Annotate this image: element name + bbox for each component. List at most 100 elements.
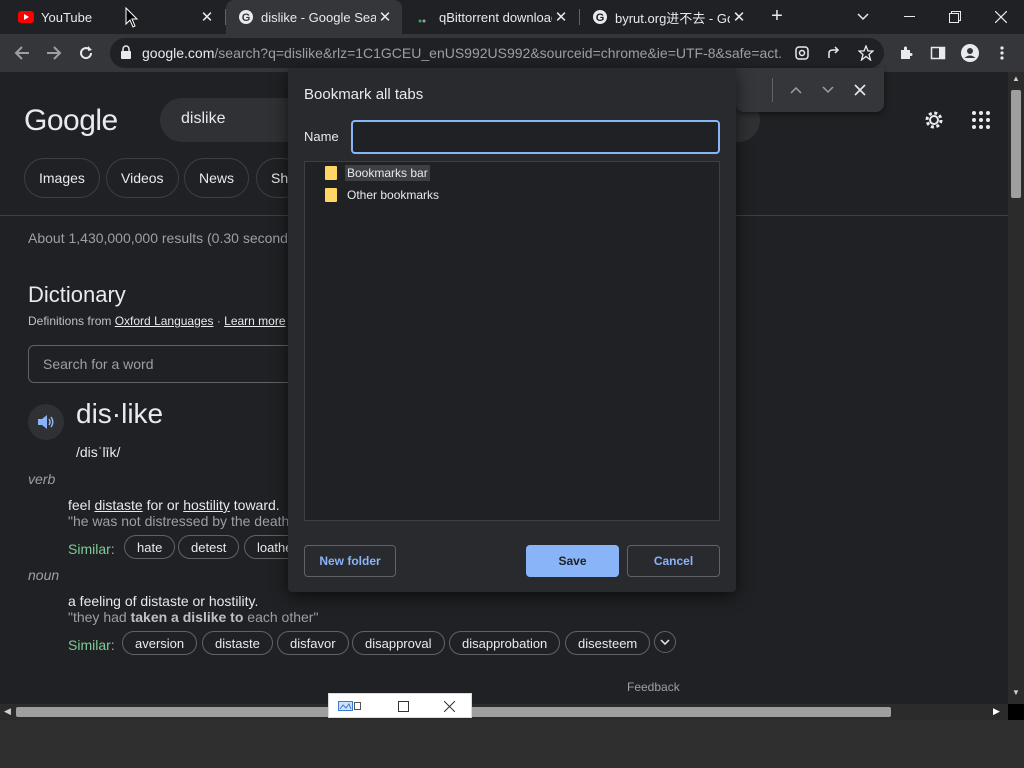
new-tab-button[interactable]: + bbox=[766, 6, 788, 28]
scrollbar-thumb[interactable] bbox=[1011, 90, 1021, 198]
new-folder-button[interactable]: New folder bbox=[304, 545, 396, 577]
floating-window-controls bbox=[328, 693, 472, 718]
google-icon: G bbox=[592, 9, 608, 25]
find-next-icon[interactable] bbox=[816, 78, 840, 102]
tab-qbittorrent[interactable]: qBittorrent downloads ✕ bbox=[404, 0, 578, 34]
lens-icon[interactable] bbox=[790, 41, 814, 65]
headword: dis·like bbox=[76, 398, 164, 429]
settings-gear-icon[interactable] bbox=[922, 108, 946, 132]
horizontal-scrollbar[interactable]: ◀ ▶ bbox=[0, 704, 1008, 720]
phonetic: /disˈlīk/ bbox=[76, 444, 121, 460]
similar-label: Similar: bbox=[68, 541, 115, 557]
profile-avatar[interactable] bbox=[956, 39, 984, 67]
tab-youtube[interactable]: YouTube ✕ bbox=[6, 0, 224, 34]
synonym-chip[interactable]: aversion bbox=[122, 631, 198, 655]
tab-strip: YouTube ✕ G dislike - Google Search ✕ qB… bbox=[0, 0, 1024, 34]
tab-search-chevron-icon[interactable] bbox=[840, 0, 886, 34]
results-count: About 1,430,000,000 results (0.30 second… bbox=[28, 230, 300, 246]
tab-title: qBittorrent downloads bbox=[439, 9, 552, 25]
chip-images[interactable]: Images bbox=[24, 158, 100, 198]
similar-label: Similar: bbox=[68, 637, 115, 653]
synonym-chip[interactable]: distaste bbox=[202, 631, 273, 655]
folder-bookmarks-bar[interactable]: Bookmarks bar bbox=[325, 164, 430, 182]
more-menu-icon[interactable] bbox=[988, 39, 1016, 67]
example-bold: taken a dislike to bbox=[130, 609, 244, 625]
tab-google-search[interactable]: G dislike - Google Search ✕ bbox=[226, 0, 402, 34]
synonym-chip[interactable]: hate bbox=[124, 535, 176, 559]
cancel-button[interactable]: Cancel bbox=[627, 545, 720, 577]
folder-icon bbox=[325, 188, 337, 202]
share-icon[interactable] bbox=[822, 41, 846, 65]
apps-grid-icon[interactable] bbox=[969, 108, 993, 132]
pos-noun: noun bbox=[28, 567, 60, 583]
back-button[interactable] bbox=[8, 39, 36, 67]
desktop-area bbox=[0, 720, 1024, 768]
address-bar[interactable]: google.com/search?q=dislike&rlz=1C1GCEU_… bbox=[110, 38, 884, 68]
tab-byrut-search[interactable]: G byrut.org进不去 - Google Search ✕ bbox=[580, 0, 756, 34]
example-text: each other" bbox=[243, 609, 319, 625]
chip-news[interactable]: News bbox=[184, 158, 250, 198]
find-close-icon[interactable] bbox=[848, 78, 872, 102]
bookmark-star-icon[interactable] bbox=[854, 41, 878, 65]
scrollbar-corner bbox=[1008, 704, 1024, 720]
reload-button[interactable] bbox=[72, 39, 100, 67]
search-query: dislike bbox=[181, 110, 226, 127]
google-logo[interactable]: Google bbox=[24, 104, 118, 138]
folder-other-bookmarks[interactable]: Other bookmarks bbox=[325, 186, 441, 204]
synonym-chip[interactable]: detest bbox=[178, 535, 240, 559]
synonym-chip[interactable]: disfavor bbox=[277, 631, 349, 655]
extensions-icon[interactable] bbox=[892, 39, 920, 67]
minimize-button[interactable] bbox=[886, 0, 932, 34]
feedback-link[interactable]: Feedback bbox=[627, 680, 680, 694]
pronunciation-speaker-icon[interactable] bbox=[28, 404, 64, 440]
close-tab-icon[interactable]: ✕ bbox=[376, 8, 394, 26]
restore-button[interactable] bbox=[932, 0, 978, 34]
find-previous-icon[interactable] bbox=[784, 78, 808, 102]
def-text: feel bbox=[68, 497, 95, 513]
side-panel-icon[interactable] bbox=[924, 39, 952, 67]
scroll-down-icon[interactable]: ▼ bbox=[1012, 688, 1020, 697]
close-tab-icon[interactable]: ✕ bbox=[198, 8, 216, 26]
folder-icon bbox=[325, 166, 337, 180]
verb-example: "he was not distressed by the death bbox=[68, 513, 290, 529]
chip-videos[interactable]: Videos bbox=[106, 158, 179, 198]
lock-icon[interactable] bbox=[120, 45, 134, 61]
save-button[interactable]: Save bbox=[526, 545, 619, 577]
synonym-chip[interactable]: disapprobation bbox=[449, 631, 561, 655]
vertical-scrollbar[interactable]: ▲ ▼ bbox=[1008, 72, 1024, 704]
source-prefix: Definitions from bbox=[28, 314, 112, 328]
synonym-chip[interactable]: disesteem bbox=[565, 631, 651, 655]
bookmark-all-tabs-dialog: Bookmark all tabs Name Bookmarks bar Oth… bbox=[288, 68, 736, 592]
url-host: google.com bbox=[142, 45, 215, 61]
dialog-title: Bookmark all tabs bbox=[304, 86, 424, 103]
expand-chevron-icon[interactable] bbox=[654, 631, 676, 653]
svg-text:G: G bbox=[596, 12, 605, 24]
scroll-right-icon[interactable]: ▶ bbox=[993, 706, 1000, 717]
close-window-button[interactable] bbox=[978, 0, 1024, 34]
maximize-icon[interactable] bbox=[395, 698, 411, 714]
youtube-icon bbox=[18, 9, 34, 25]
synonym-chip[interactable]: disapproval bbox=[352, 631, 445, 655]
distaste-link[interactable]: distaste bbox=[94, 497, 142, 513]
def-text: for or bbox=[142, 497, 184, 513]
tab-title: dislike - Google Search bbox=[261, 9, 376, 25]
url-text: google.com/search?q=dislike&rlz=1C1GCEU_… bbox=[142, 45, 782, 61]
hostility-link[interactable]: hostility bbox=[183, 497, 230, 513]
app-window-icon[interactable] bbox=[337, 698, 363, 714]
forward-button[interactable] bbox=[40, 39, 68, 67]
folder-name-input[interactable] bbox=[351, 120, 720, 154]
separator-dot: · bbox=[216, 314, 221, 328]
example-text: "they had bbox=[68, 609, 131, 625]
learn-more-link[interactable]: Learn more bbox=[224, 314, 285, 328]
close-tab-icon[interactable]: ✕ bbox=[552, 8, 570, 26]
scroll-left-icon[interactable]: ◀ bbox=[4, 706, 11, 717]
find-separator bbox=[772, 78, 773, 102]
close-icon[interactable] bbox=[441, 698, 457, 714]
def-text: toward. bbox=[229, 497, 280, 513]
url-path: /search?q=dislike&rlz=1C1GCEU_enUS992US9… bbox=[214, 45, 782, 61]
close-tab-icon[interactable]: ✕ bbox=[730, 8, 748, 26]
folder-tree[interactable]: Bookmarks bar Other bookmarks bbox=[304, 161, 720, 521]
scroll-up-icon[interactable]: ▲ bbox=[1012, 74, 1020, 83]
oxford-link[interactable]: Oxford Languages bbox=[115, 314, 214, 328]
mouse-cursor-icon bbox=[125, 6, 139, 29]
